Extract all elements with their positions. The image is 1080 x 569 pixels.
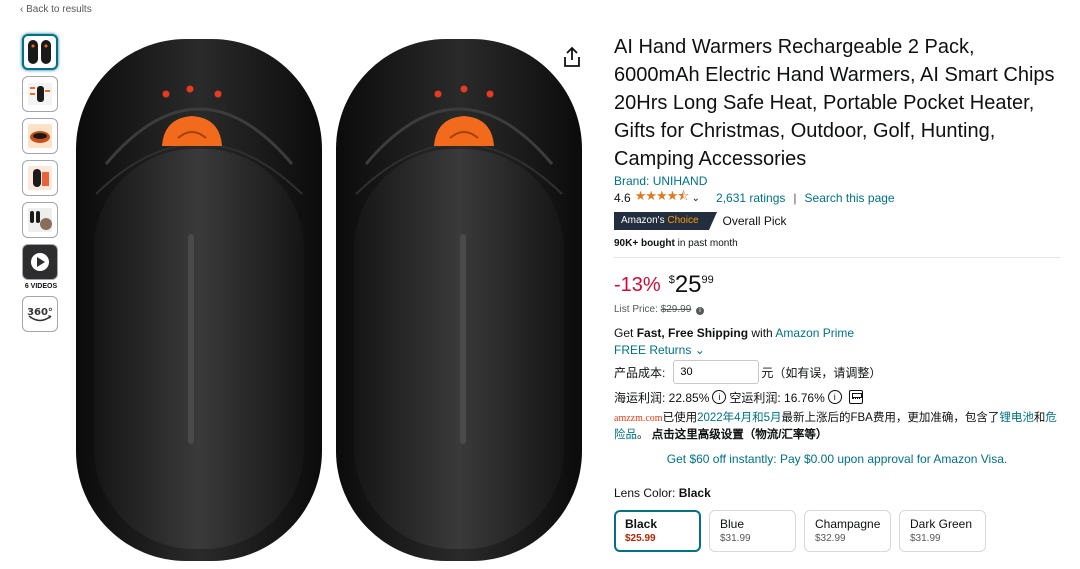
cost-row: 产品成本: 元（如有误，请调整） [614,360,1062,384]
swatch-black[interactable]: Black $25.99 [614,510,701,552]
cost-label: 产品成本: [614,365,666,380]
cost-suffix: 元（如有误，请调整） [761,365,882,380]
product-info: AI Hand Warmers Rechargeable 2 Pack, 600… [614,33,1062,552]
hand-warmer-thumb-icon [28,40,51,64]
thumbnail-5[interactable] [22,202,58,238]
search-this-page-link[interactable]: Search this page [805,191,895,205]
thumbnail-video[interactable] [22,244,58,280]
date-link[interactable]: 2022年4月和5月 [697,412,781,424]
rotate-360-icon: 360° [27,307,53,322]
price-row: -13% $ 25 99 [614,272,1062,300]
thumbnail-1[interactable] [22,34,58,70]
hand-warmer-right [336,39,582,561]
amazons-choice-row: Amazon's Choice Overall Pick [614,212,1062,230]
back-to-results-link[interactable]: ‹ Back to results [20,4,92,15]
amazon-prime-link[interactable]: Amazon Prime [775,326,854,340]
heat-thumb-icon [28,124,52,148]
usage-thumb-icon [28,208,52,232]
visa-promo-link[interactable]: Get $60 off instantly: Pay $0.00 upon ap… [614,452,1060,466]
free-returns-link[interactable]: FREE Returns ⌄ [614,343,1062,357]
main-product-image[interactable] [66,34,602,564]
shipping-info: Get Fast, Free Shipping with Amazon Prim… [614,326,855,340]
rating-value: 4.6 [614,191,631,205]
rating-row: 4.6 ★★★★⯪ ⌄ 2,631 ratings | Search this … [614,187,1062,209]
lens-color-label: Lens Color: Black [614,486,711,500]
brand-link[interactable]: Brand: UNIHAND [614,174,1062,188]
spec-sheet-thumb-icon [28,83,52,105]
swatch-blue[interactable]: Blue $31.99 [709,510,796,552]
profit-row: 海运利润: 22.85% i 空运利润: 16.76% i [614,388,1062,406]
separator: | [793,191,797,205]
sea-profit: 海运利润: 22.85% [614,390,710,405]
plugin-note: amzzm.com已使用2022年4月和5月最新上涨后的FBA费用，更加准确，包… [614,412,1057,441]
star-rating-icon[interactable]: ★★★★⯪ [635,187,690,209]
ratings-count-link[interactable]: 2,631 ratings [716,191,785,205]
air-profit: 空运利润: 16.76% [729,390,825,405]
list-price: List Price: $29.99 i [614,304,1062,315]
bought-count: 90K+ bought in past month [614,238,738,249]
thumbnail-4[interactable] [22,160,58,196]
advanced-settings-link[interactable]: 点击这里高级设置（物流/汇率等） [652,429,828,441]
thumbnail-2[interactable] [22,76,58,112]
product-title: AI Hand Warmers Rechargeable 2 Pack, 600… [614,36,1055,170]
amazons-choice-badge[interactable]: Amazon's Choice [614,212,716,230]
chevron-down-icon[interactable]: ⌄ [692,193,700,204]
share-icon[interactable] [562,46,582,68]
hand-warmer-left [76,39,322,561]
info-circle-icon[interactable]: i [827,390,842,404]
discount-percent: -13% [614,274,661,296]
thumbnail-strip: 6 VIDEOS 360° [22,34,62,338]
price-fraction: 99 [701,274,714,286]
swatch-champagne[interactable]: Champagne $32.99 [804,510,891,552]
info-icon[interactable]: i [696,307,705,315]
pack-thumb-icon [28,166,52,190]
overall-pick-label: Overall Pick [722,214,787,228]
divider [614,257,1060,258]
chevron-down-icon: ⌄ [694,343,705,357]
play-icon [31,253,49,271]
thumbnail-3[interactable] [22,118,58,154]
color-swatches: Black $25.99 Blue $31.99 Champagne $32.9… [614,510,1062,552]
thumbnail-360[interactable]: 360° [22,296,58,332]
cost-input[interactable] [673,360,760,384]
calculator-icon[interactable] [848,390,863,404]
swatch-dark-green[interactable]: Dark Green $31.99 [899,510,986,552]
info-circle-icon[interactable]: i [712,390,727,404]
price-whole: 25 [674,271,702,298]
videos-count-label: 6 VIDEOS [24,283,58,290]
plugin-brand[interactable]: amzzm.com [614,413,663,424]
lithium-battery-link[interactable]: 锂电池 [999,412,1034,424]
